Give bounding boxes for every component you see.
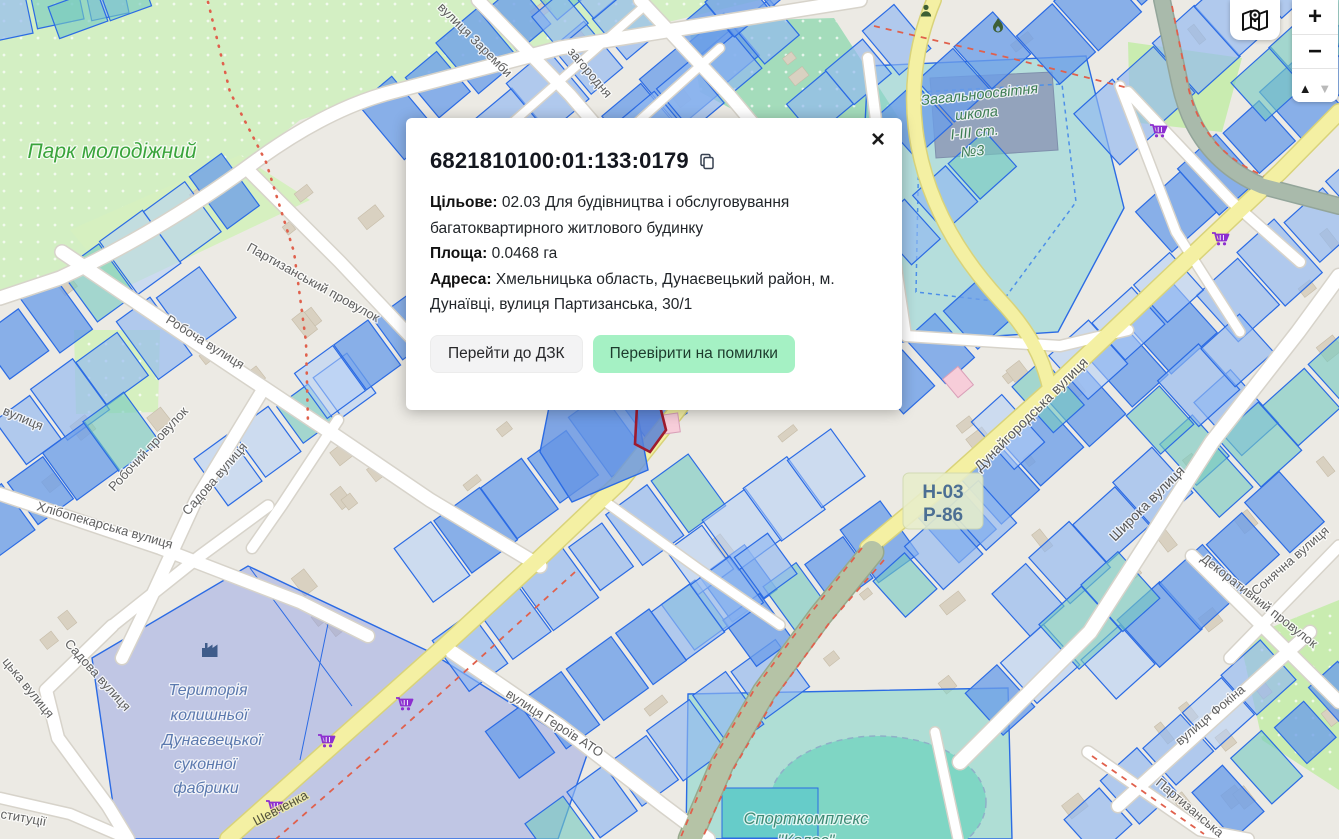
map-label: Дунаєвецької: [160, 732, 264, 749]
map-label: Р-86: [923, 505, 963, 526]
tilt-control[interactable]: ▲ ▼: [1292, 68, 1338, 102]
layers-button[interactable]: [1230, 0, 1280, 40]
map-label: Спорткомплекс: [744, 810, 870, 828]
map-label: суконної: [174, 756, 239, 773]
zoom-in-button[interactable]: +: [1292, 0, 1338, 34]
map-label: Територія: [169, 682, 248, 699]
field-address: Адреса: Хмельницька область, Дунаєвецьки…: [430, 271, 835, 314]
map-label: №3: [960, 143, 985, 161]
goto-dzk-button[interactable]: Перейти до ДЗК: [430, 335, 583, 373]
field-purpose: Цільове: 02.03 Для будівництва і обслуго…: [430, 194, 789, 237]
tilt-down-icon: ▼: [1318, 81, 1331, 96]
zoom-controls: + − ▲ ▼: [1292, 0, 1338, 102]
tilt-up-icon: ▲: [1299, 81, 1312, 96]
cadastral-number: 6821810100:01:133:0179: [430, 148, 689, 174]
check-errors-button[interactable]: Перевірити на помилки: [593, 335, 795, 373]
field-area: Площа: 0.0468 га: [430, 245, 557, 262]
map-label: Н-03: [922, 482, 963, 503]
popup-close-button[interactable]: ×: [866, 128, 890, 152]
parcel-info-popup: × 6821810100:01:133:0179 Цільове: 02.03 …: [406, 118, 902, 410]
map-label: Парк молодіжний: [27, 140, 196, 163]
zoom-out-button[interactable]: −: [1292, 34, 1338, 68]
map-label: фабрики: [173, 780, 239, 797]
map-label: Хлібопекарська вулиця: [35, 498, 174, 551]
map-label: "Колос": [778, 832, 836, 839]
copy-icon[interactable]: [699, 153, 715, 170]
map-label: колишньої: [171, 707, 250, 724]
map-layers-icon: [1240, 6, 1270, 34]
